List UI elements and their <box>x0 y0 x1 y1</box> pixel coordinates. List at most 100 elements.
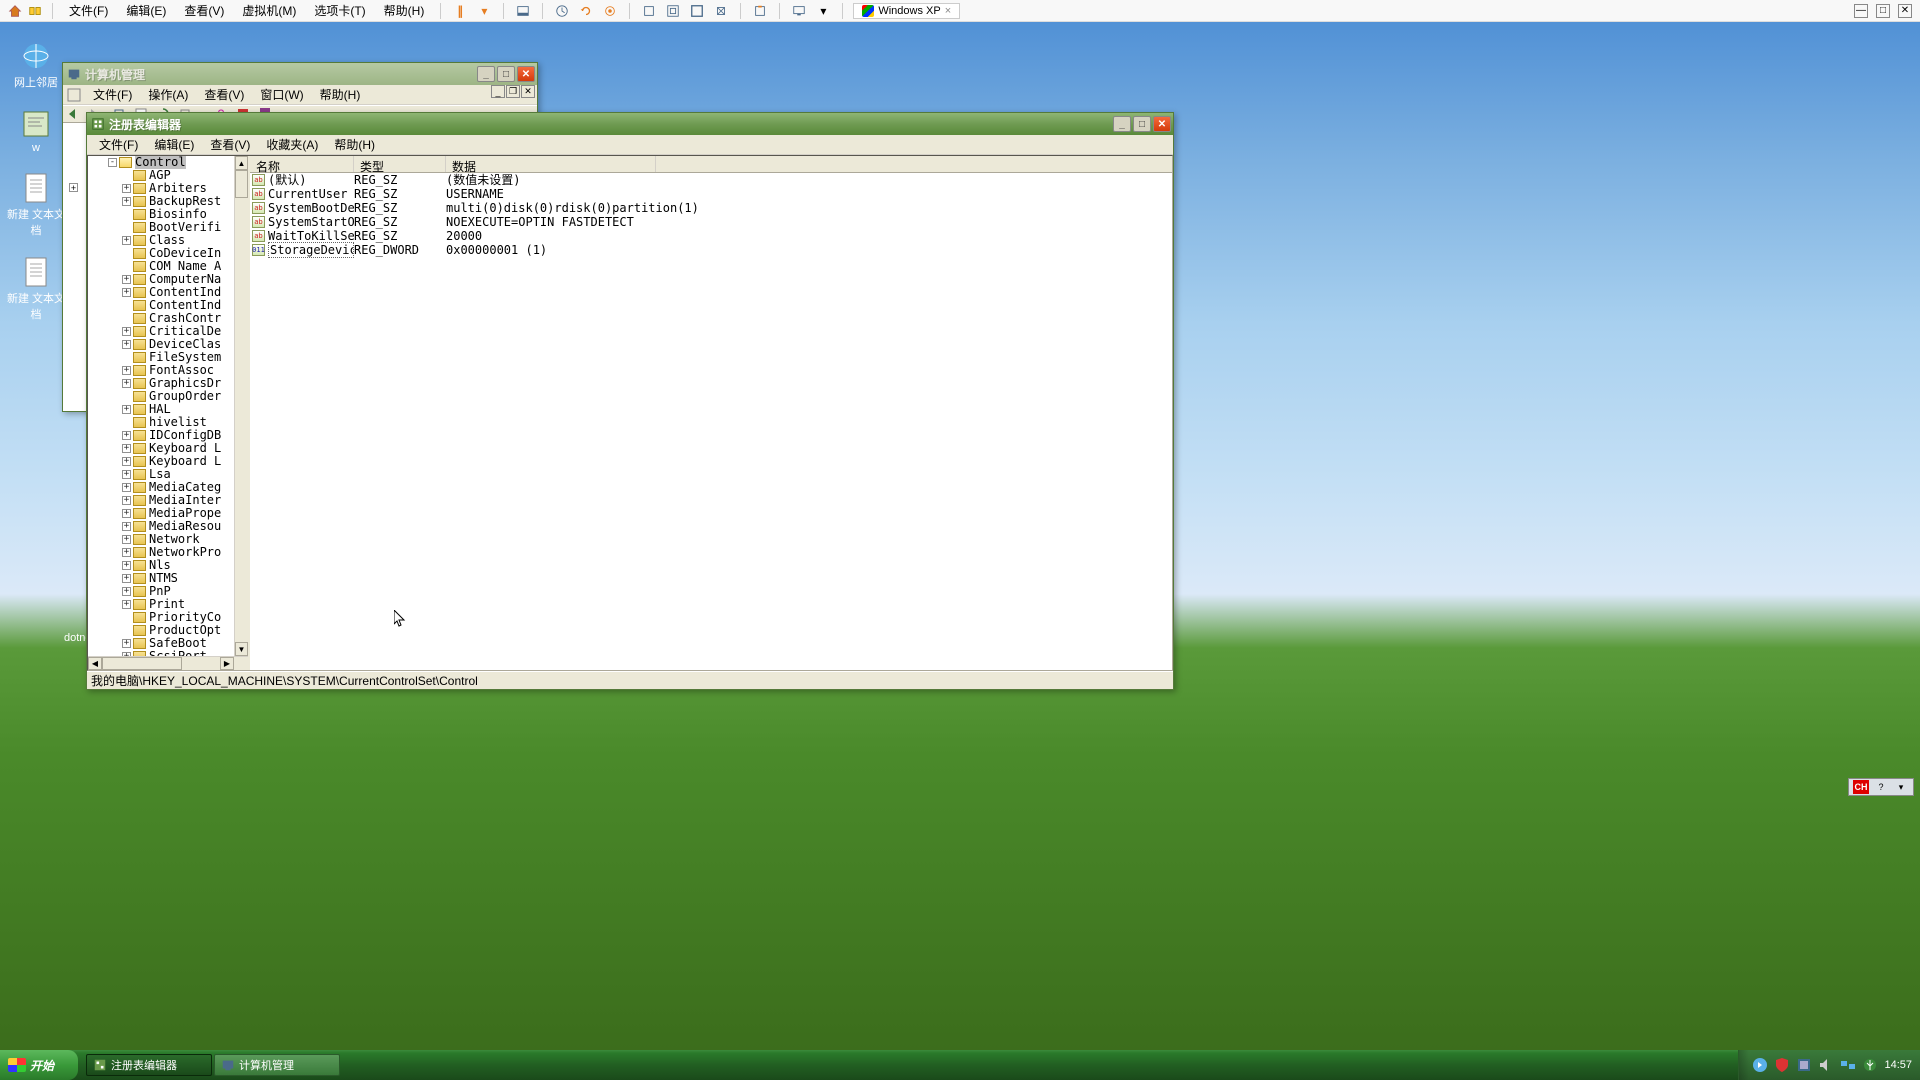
fullscreen-icon[interactable] <box>688 2 706 20</box>
screenshot-icon[interactable] <box>751 2 769 20</box>
vmtools-icon[interactable] <box>1796 1057 1812 1073</box>
column-header-name[interactable]: 名称 <box>250 156 354 172</box>
taskbar-task-compmgmt[interactable]: 计算机管理 <box>214 1054 340 1076</box>
language-indicator[interactable]: CH <box>1853 780 1869 794</box>
taskbar-task-regedit[interactable]: 注册表编辑器 <box>86 1054 212 1076</box>
vm-menu-help[interactable]: 帮助(H) <box>378 0 431 21</box>
back-icon[interactable] <box>67 107 83 121</box>
collapse-icon[interactable]: - <box>108 158 117 167</box>
close-tab-icon[interactable]: × <box>945 5 951 17</box>
expand-icon[interactable]: + <box>122 483 131 492</box>
vm-menu-view[interactable]: 查看(V) <box>178 0 230 21</box>
expand-icon[interactable]: + <box>122 379 131 388</box>
compmgmt-minimize-button[interactable]: _ <box>477 66 495 82</box>
lang-help-icon[interactable]: ? <box>1873 780 1889 794</box>
compmgmt-menu-help[interactable]: 帮助(H) <box>312 84 369 105</box>
scroll-up-icon[interactable]: ▲ <box>235 156 248 170</box>
compmgmt-menu-view[interactable]: 查看(V) <box>196 84 252 105</box>
network-icon[interactable] <box>1840 1057 1856 1073</box>
regedit-titlebar[interactable]: 注册表编辑器 _ □ ✕ <box>87 113 1173 135</box>
rollback-icon[interactable] <box>577 2 595 20</box>
expand-icon[interactable]: + <box>122 366 131 375</box>
compmgmt-system-menu-icon[interactable] <box>67 88 81 102</box>
expand-icon[interactable]: + <box>122 470 131 479</box>
host-minimize-button[interactable]: — <box>1854 4 1868 18</box>
settings-icon[interactable] <box>601 2 619 20</box>
regedit-minimize-button[interactable]: _ <box>1113 116 1131 132</box>
vm-menu-edit[interactable]: 编辑(E) <box>120 0 172 21</box>
workspace-icon[interactable] <box>28 4 42 18</box>
home-icon[interactable] <box>8 4 22 18</box>
registry-value-row[interactable]: abWaitToKillSer...REG_SZ20000 <box>250 229 1172 243</box>
expand-icon[interactable]: + <box>122 275 131 284</box>
shield-icon[interactable] <box>1774 1057 1790 1073</box>
dropdown-icon[interactable]: ▾ <box>475 2 493 20</box>
regedit-menu-help[interactable]: 帮助(H) <box>326 134 383 155</box>
host-maximize-button[interactable]: □ <box>1876 4 1890 18</box>
expand-icon[interactable]: + <box>122 340 131 349</box>
vm-tab-windows-xp[interactable]: Windows XP × <box>853 3 960 19</box>
tree-horizontal-scrollbar[interactable]: ◀ ▶ <box>88 656 248 670</box>
taskbar-clock[interactable]: 14:57 <box>1884 1059 1912 1071</box>
compmgmt-menu-file[interactable]: 文件(F) <box>85 84 140 105</box>
column-header-spacer[interactable] <box>656 156 1172 172</box>
expand-icon[interactable]: + <box>122 288 131 297</box>
dropdown-display-icon[interactable]: ▾ <box>814 2 832 20</box>
scroll-right-icon[interactable]: ▶ <box>220 657 234 670</box>
pause-icon[interactable]: ∥ <box>451 2 469 20</box>
column-header-type[interactable]: 类型 <box>354 156 446 172</box>
expand-icon[interactable]: + <box>122 457 131 466</box>
desktop-icon-text-doc-1[interactable]: 新建 文本文档 <box>6 172 66 238</box>
values-list[interactable]: ab(默认)REG_SZ(数值未设置)abCurrentUserREG_SZUS… <box>250 173 1172 670</box>
regedit-menu-edit[interactable]: 编辑(E) <box>146 134 202 155</box>
host-close-button[interactable]: ✕ <box>1898 4 1912 18</box>
expand-icon[interactable]: + <box>122 574 131 583</box>
regedit-close-button[interactable]: ✕ <box>1153 116 1171 132</box>
lang-options-icon[interactable]: ▾ <box>1893 780 1909 794</box>
registry-value-row[interactable]: ab(默认)REG_SZ(数值未设置) <box>250 173 1172 187</box>
registry-value-row[interactable]: abCurrentUserREG_SZUSERNAME <box>250 187 1172 201</box>
column-header-data[interactable]: 数据 <box>446 156 656 172</box>
tree-vertical-scrollbar[interactable]: ▲ ▼ <box>234 156 248 656</box>
scroll-down-icon[interactable]: ▼ <box>235 642 248 656</box>
compmgmt-menu-action[interactable]: 操作(A) <box>140 84 196 105</box>
expand-icon[interactable]: + <box>122 639 131 648</box>
compmgmt-close-button[interactable]: ✕ <box>517 66 535 82</box>
expand-icon[interactable]: + <box>122 600 131 609</box>
expand-icon[interactable]: + <box>122 236 131 245</box>
scroll-thumb[interactable] <box>235 170 248 198</box>
mdi-minimize-button[interactable]: _ <box>491 85 505 98</box>
desktop-icon-text-doc-2[interactable]: 新建 文本文档 <box>6 256 66 322</box>
expand-icon[interactable]: + <box>122 509 131 518</box>
compmgmt-menu-window[interactable]: 窗口(W) <box>252 84 311 105</box>
regedit-menu-view[interactable]: 查看(V) <box>202 134 258 155</box>
unity-icon[interactable] <box>712 2 730 20</box>
compmgmt-titlebar[interactable]: 计算机管理 _ □ ✕ <box>63 63 537 85</box>
desktop-icon-w[interactable]: w <box>6 108 66 154</box>
expand-icon[interactable]: + <box>122 197 131 206</box>
fit-window-icon[interactable] <box>640 2 658 20</box>
expand-icon[interactable]: + <box>122 548 131 557</box>
expand-icon[interactable]: + <box>122 431 131 440</box>
clock-icon[interactable] <box>553 2 571 20</box>
expand-icon[interactable]: + <box>122 444 131 453</box>
mdi-restore-button[interactable]: ❐ <box>506 85 520 98</box>
scroll-thumb[interactable] <box>102 657 182 670</box>
regedit-tree-pane[interactable]: -ControlAGP+Arbiters+BackupRestBiosinfoB… <box>88 156 250 670</box>
regedit-menu-favorites[interactable]: 收藏夹(A) <box>258 134 326 155</box>
start-button[interactable]: 开始 <box>0 1050 78 1080</box>
expand-icon[interactable]: + <box>122 327 131 336</box>
expand-icon[interactable]: + <box>122 561 131 570</box>
scroll-left-icon[interactable]: ◀ <box>88 657 102 670</box>
vm-menu-tabs[interactable]: 选项卡(T) <box>308 0 371 21</box>
expand-icon[interactable]: + <box>122 184 131 193</box>
fit-guest-icon[interactable] <box>664 2 682 20</box>
usb-icon[interactable] <box>1862 1057 1878 1073</box>
mdi-close-button[interactable]: ✕ <box>521 85 535 98</box>
language-bar[interactable]: CH ? ▾ <box>1848 778 1914 796</box>
regedit-menu-file[interactable]: 文件(F) <box>91 134 146 155</box>
regedit-maximize-button[interactable]: □ <box>1133 116 1151 132</box>
expand-icon[interactable]: + <box>122 405 131 414</box>
vm-menu-vm[interactable]: 虚拟机(M) <box>236 0 302 21</box>
registry-value-row[interactable]: abSystemBootDeviceREG_SZmulti(0)disk(0)r… <box>250 201 1172 215</box>
